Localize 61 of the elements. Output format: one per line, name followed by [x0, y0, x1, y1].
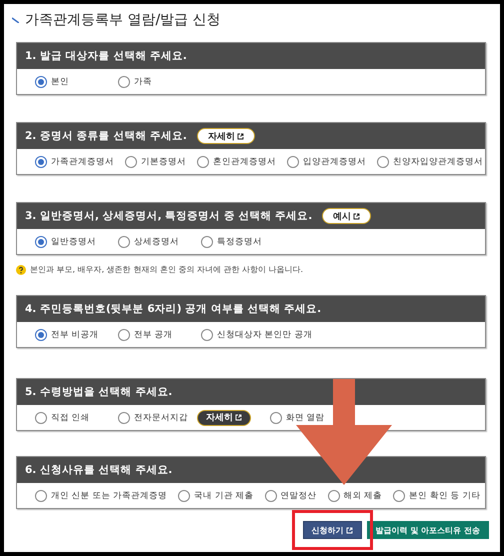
radio-option[interactable]: 연말정산 — [264, 490, 317, 502]
radio-button[interactable] — [118, 236, 130, 248]
section-title: 2. 증명서 종류를 선택해 주세요. — [25, 129, 187, 143]
radio-option[interactable]: 입양관계증명서 — [287, 156, 366, 168]
external-link-icon — [346, 526, 353, 534]
details-button[interactable]: 예시 — [322, 208, 372, 224]
radio-option[interactable]: 전부 비공개 — [35, 328, 111, 340]
section-title: 5. 수령방법을 선택해 주세요. — [25, 385, 172, 399]
radio-option[interactable]: 상세증명서 — [118, 236, 194, 248]
radio-option[interactable]: 본인 확인 등 기타 — [393, 490, 480, 502]
details-button[interactable]: 자세히 — [196, 128, 255, 144]
radio-button[interactable] — [201, 328, 213, 340]
radio-button[interactable] — [35, 328, 47, 340]
radio-option[interactable]: 국내 기관 제출 — [178, 490, 254, 502]
help-icon — [16, 264, 26, 274]
note-text: 본인과 부모, 배우자, 생존한 현재의 혼인 중의 자녀에 관한 사항이 나옵니다. — [30, 264, 304, 275]
section-title: 3. 일반증명서, 상세증명서, 특정증명서 중 선택해 주세요. — [25, 209, 312, 223]
radio-button[interactable] — [393, 490, 406, 502]
external-link-icon — [236, 132, 244, 140]
radio-button[interactable] — [118, 76, 130, 88]
radio-option[interactable]: 일반증명서 — [35, 236, 111, 248]
history-button[interactable]: 발급이력 및 아포스티유 전송 — [366, 521, 489, 539]
details-button[interactable]: 자세히 — [197, 410, 251, 426]
radio-option[interactable]: 친양자입양관계증명서 — [377, 156, 483, 168]
radio-option[interactable]: 본인 — [35, 76, 111, 88]
corner-mark-icon — [12, 17, 19, 23]
radio-button[interactable] — [328, 490, 340, 502]
radio-button[interactable] — [270, 412, 282, 424]
radio-option[interactable]: 기본증명서 — [125, 156, 186, 168]
radio-button[interactable] — [35, 76, 47, 88]
radio-option[interactable]: 화면 열람 — [270, 412, 325, 424]
radio-button[interactable] — [35, 412, 47, 424]
radio-option[interactable]: 혼인관계증명서 — [197, 156, 276, 168]
section-title: 6. 신청사유를 선택해 주세요. — [25, 463, 172, 477]
radio-option[interactable]: 특정증명서 — [201, 236, 262, 248]
radio-button[interactable] — [35, 236, 47, 248]
radio-button[interactable] — [178, 490, 190, 502]
section-title: 4. 주민등록번호(뒷부분 6자리) 공개 여부를 선택해 주세요. — [25, 302, 322, 316]
radio-button[interactable] — [118, 412, 130, 424]
radio-option[interactable]: 전부 공개 — [118, 328, 194, 340]
apply-button[interactable]: 신청하기 — [302, 521, 362, 539]
radio-option[interactable]: 해외 제출 — [328, 490, 382, 502]
radio-option[interactable]: 전자문서지갑 — [118, 412, 188, 424]
external-link-icon — [353, 212, 360, 220]
radio-option[interactable]: 가족 — [118, 76, 152, 88]
page-title: 가족관계등록부 열람/발급 신청 — [25, 11, 221, 30]
radio-button[interactable] — [264, 490, 277, 502]
radio-option[interactable]: 신청대상자 본인만 공개 — [201, 328, 312, 340]
radio-button[interactable] — [197, 156, 209, 168]
radio-button[interactable] — [35, 156, 47, 168]
radio-button[interactable] — [35, 490, 47, 502]
radio-button[interactable] — [377, 156, 389, 168]
radio-option[interactable]: 직접 인쇄 — [35, 412, 111, 424]
section-title: 1. 발급 대상자를 선택해 주세요. — [25, 49, 187, 63]
radio-button[interactable] — [287, 156, 299, 168]
radio-button[interactable] — [118, 328, 130, 340]
radio-button[interactable] — [201, 236, 213, 248]
radio-button[interactable] — [125, 156, 137, 168]
radio-option[interactable]: 개인 신분 또는 가족관계증명 — [35, 490, 168, 502]
external-link-icon — [235, 414, 242, 421]
radio-option[interactable]: 가족관계증명서 — [35, 156, 114, 168]
